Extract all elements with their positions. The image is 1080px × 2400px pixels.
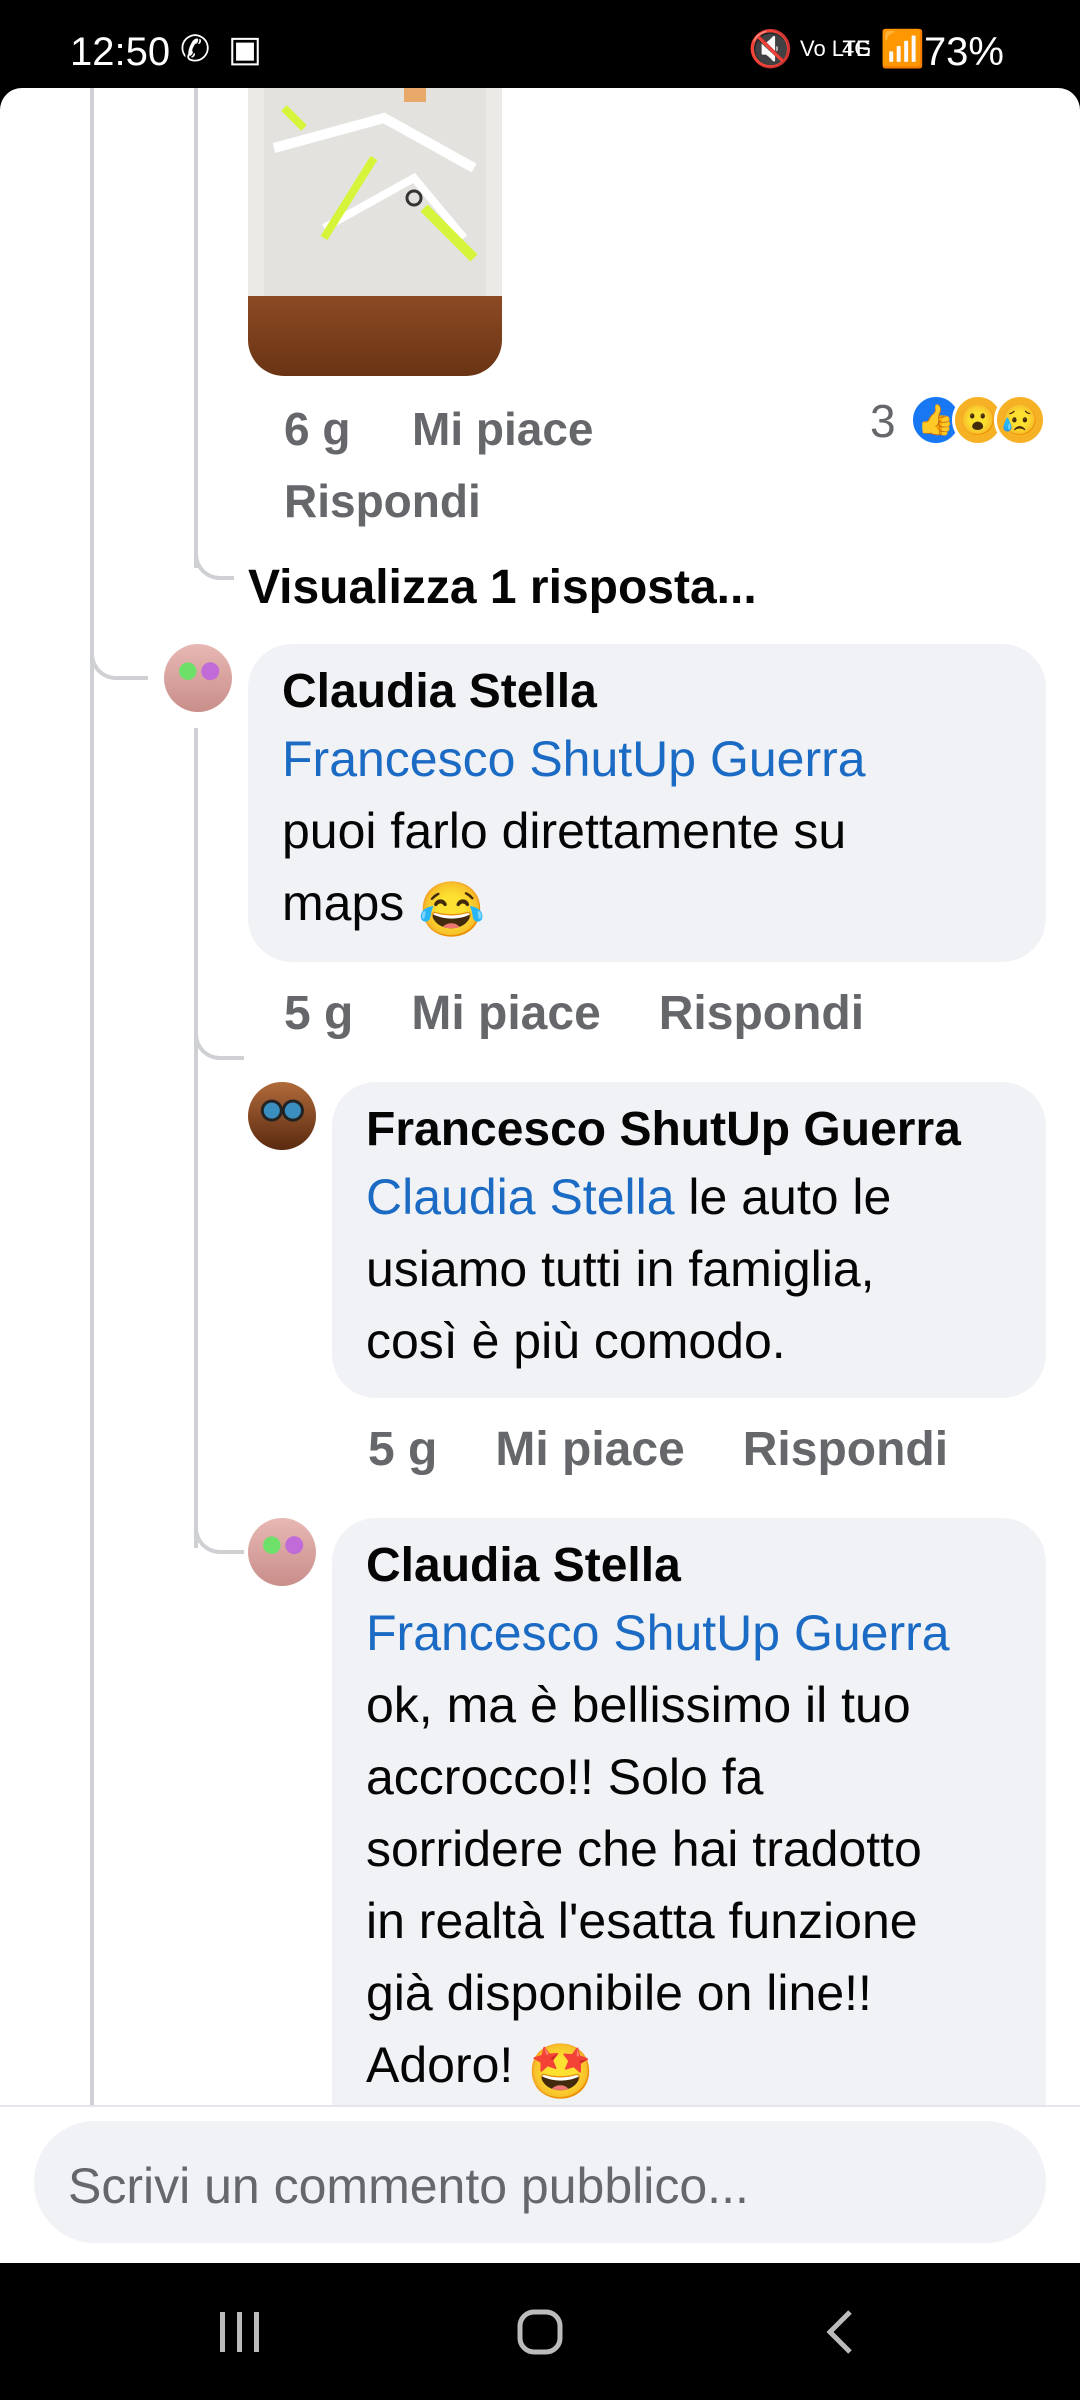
comment-line: sorridere che hai tradotto bbox=[366, 1821, 922, 1877]
avatar[interactable] bbox=[248, 1082, 316, 1150]
view-replies-link[interactable]: Visualizza 1 risposta... bbox=[248, 560, 757, 615]
comment-line: usiamo tutti in famiglia, bbox=[366, 1241, 875, 1297]
comment-bubble[interactable]: Claudia Stella Francesco ShutUp Guerra o… bbox=[332, 1518, 1046, 2158]
home-icon[interactable] bbox=[490, 2263, 590, 2400]
thread-connector bbox=[194, 1506, 244, 1554]
status-bar: 12:50 ✆ ▣ 🔇 Vo LTE 4G 📶 73% bbox=[0, 0, 1080, 88]
avatar[interactable] bbox=[248, 1518, 316, 1586]
reactions-summary[interactable]: 👍 😮 😥 bbox=[910, 394, 1046, 446]
comment-line: già disponibile on line!! bbox=[366, 1965, 872, 2021]
like-button[interactable]: Mi piace bbox=[412, 402, 594, 456]
comment-line: in realtà l'esatta funzione bbox=[366, 1893, 918, 1949]
status-time: 12:50 bbox=[70, 30, 171, 74]
signal-icon: 📶 bbox=[880, 28, 925, 69]
mute-icon: 🔇 bbox=[748, 28, 793, 69]
4g-icon: 4G bbox=[842, 36, 872, 61]
map-paper bbox=[264, 88, 486, 296]
avatar[interactable] bbox=[164, 644, 232, 712]
comment-input[interactable]: Scrivi un commento pubblico... bbox=[34, 2121, 1046, 2243]
comment-bubble[interactable]: Claudia Stella Francesco ShutUp Guerra p… bbox=[248, 644, 1046, 962]
back-icon[interactable] bbox=[790, 2263, 890, 2400]
mention-link[interactable]: Francesco ShutUp Guerra bbox=[366, 1605, 950, 1661]
gallery-icon: ▣ bbox=[228, 28, 263, 69]
reply-button[interactable]: Rispondi bbox=[284, 474, 481, 528]
comment-age: 5 g bbox=[284, 987, 354, 1040]
comment-age: 5 g bbox=[368, 1423, 438, 1476]
mention-link[interactable]: Francesco ShutUp Guerra bbox=[282, 731, 866, 787]
thread-line-root bbox=[90, 88, 94, 2263]
reply-button[interactable]: Rispondi bbox=[743, 1422, 948, 1477]
comment-author[interactable]: Claudia Stella bbox=[366, 1538, 1014, 1593]
thread-connector bbox=[194, 532, 234, 580]
tears-of-joy-emoji-icon: 😂 bbox=[418, 880, 486, 940]
reaction-count[interactable]: 3 bbox=[870, 394, 896, 448]
comment-actions: 5 g Mi piace Rispondi bbox=[284, 986, 864, 1041]
table-surface bbox=[248, 296, 502, 376]
comment-line: le auto le bbox=[674, 1169, 892, 1225]
recent-apps-icon[interactable] bbox=[190, 2263, 290, 2400]
comment-input-placeholder: Scrivi un commento pubblico... bbox=[68, 2158, 749, 2214]
thread-connector bbox=[194, 1008, 244, 1060]
mention-link[interactable]: Claudia Stella bbox=[366, 1169, 675, 1225]
thread-connector bbox=[90, 628, 148, 680]
comment-age: 6 g bbox=[284, 403, 351, 455]
like-button[interactable]: Mi piace bbox=[495, 1422, 684, 1477]
thread-line-nested bbox=[194, 728, 198, 1548]
comment-line: puoi farlo direttamente su bbox=[282, 803, 847, 859]
comment-line: ok, ma è bellissimo il tuo bbox=[366, 1677, 911, 1733]
comment-text: Francesco ShutUp Guerra ok, ma è belliss… bbox=[366, 1597, 1014, 2102]
comment-author[interactable]: Claudia Stella bbox=[282, 664, 1014, 719]
whatsapp-icon: ✆ bbox=[180, 28, 211, 69]
comment-line: accrocco!! Solo fa bbox=[366, 1749, 764, 1805]
star-struck-emoji-icon: 🤩 bbox=[527, 2042, 595, 2102]
sad-reaction-icon: 😥 bbox=[994, 394, 1046, 446]
comments-panel[interactable]: 6 g Mi piace Rispondi 3 👍 😮 😥 Visualizza… bbox=[0, 88, 1080, 2263]
battery-level: 73% bbox=[923, 30, 1004, 74]
comment-composer-bar: Scrivi un commento pubblico... bbox=[0, 2105, 1080, 2265]
like-button[interactable]: Mi piace bbox=[411, 986, 600, 1041]
system-nav-bar bbox=[0, 2263, 1080, 2400]
comment-photo[interactable] bbox=[248, 88, 502, 376]
comment-line: così è più comodo. bbox=[366, 1313, 786, 1369]
comment-actions: 5 g Mi piace Rispondi bbox=[368, 1422, 948, 1477]
comment-line: maps bbox=[282, 875, 405, 931]
comment-text: Claudia Stella le auto le usiamo tutti i… bbox=[366, 1161, 1014, 1377]
comment-line: Adoro! bbox=[366, 2037, 514, 2093]
comment-bubble[interactable]: Francesco ShutUp Guerra Claudia Stella l… bbox=[332, 1082, 1046, 1398]
reply-button[interactable]: Rispondi bbox=[659, 986, 864, 1041]
thread-line-reply bbox=[194, 88, 198, 568]
comment-author[interactable]: Francesco ShutUp Guerra bbox=[366, 1102, 1014, 1157]
comment-text: Francesco ShutUp Guerra puoi farlo diret… bbox=[282, 723, 1014, 940]
